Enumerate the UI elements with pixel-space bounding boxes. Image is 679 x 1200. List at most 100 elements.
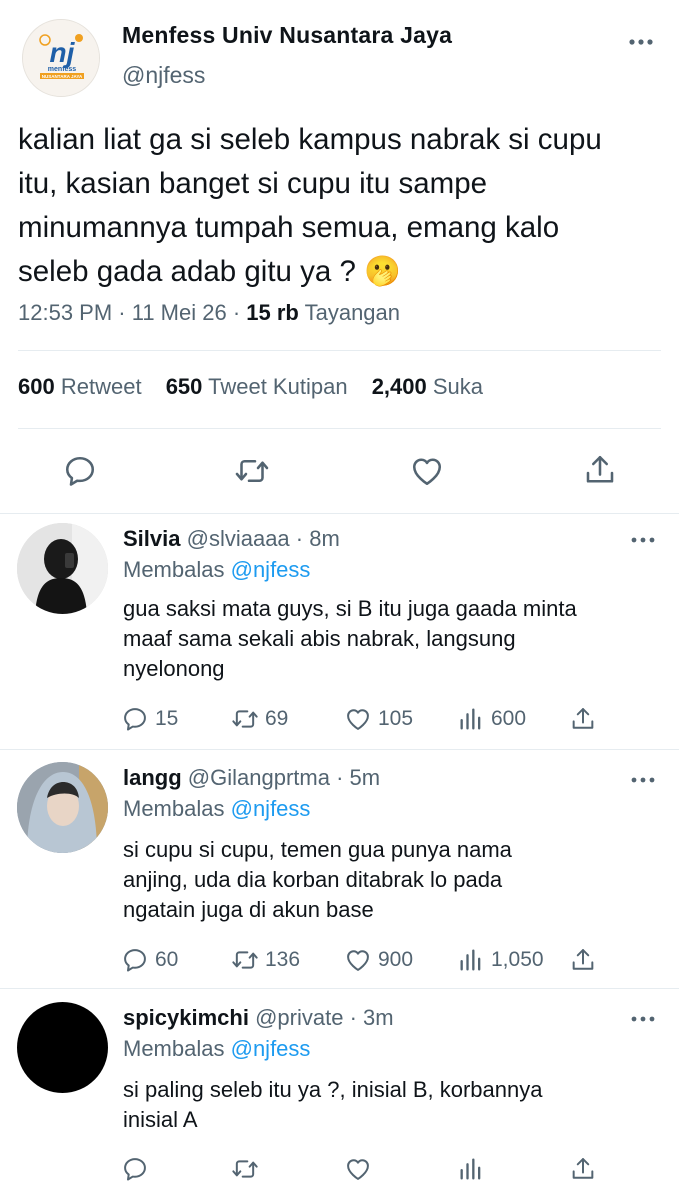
mention-link[interactable]: @njfess [231, 1036, 311, 1061]
meta-separator: · [343, 1005, 364, 1030]
logo-letters: nj [50, 37, 76, 68]
reply-text: si paling seleb itu ya ?, inisial B, kor… [123, 1075, 663, 1135]
reply-tweet[interactable]: langg @Gilangprtma · 5m Membalas @njfess… [0, 750, 679, 988]
like-action[interactable]: 900 [344, 945, 413, 975]
like-count: 900 [378, 948, 414, 971]
replying-to: Membalas @njfess [123, 796, 310, 822]
logo-banner: NUSANTARA JAYA [42, 74, 83, 79]
reply-tweet[interactable]: spicykimchi @private · 3m Membalas @njfe… [0, 989, 679, 1200]
reply-header: Silvia @slviaaaa · 8m [123, 526, 340, 552]
quotes-stat[interactable]: 650 Tweet Kutipan [166, 374, 348, 399]
likes-label: Suka [432, 374, 484, 399]
more-options-icon[interactable] [629, 1009, 657, 1029]
retweets-stat[interactable]: 600 Retweet [18, 374, 142, 399]
retweet-action[interactable]: 69 [231, 704, 288, 734]
reply-icon [124, 708, 146, 731]
views-icon[interactable] [457, 1155, 485, 1183]
reply-text-line: maaf sama sekali abis nabrak, langsung [123, 626, 516, 651]
retweets-count: 600 [18, 374, 55, 399]
quotes-label: Tweet Kutipan [208, 374, 348, 399]
menfess-logo: nj menfess NUSANTARA JAYA [23, 20, 99, 96]
reply-time[interactable]: 5m [350, 765, 381, 790]
like-icon[interactable] [409, 453, 445, 489]
more-options-icon[interactable] [629, 770, 657, 790]
retweet-icon[interactable] [231, 1155, 259, 1183]
reply-count: 15 [155, 707, 179, 730]
likes-stat[interactable]: 2,400 Suka [372, 374, 483, 399]
reply-icon[interactable] [62, 453, 98, 489]
author-name[interactable]: Menfess Univ Nusantara Jaya [122, 22, 452, 49]
reply-text-line: nyelonong [123, 656, 225, 681]
divider [18, 350, 661, 351]
avatar-photo [17, 523, 108, 614]
reply-time[interactable]: 8m [309, 526, 340, 551]
tweet-time[interactable]: 12:53 PM [18, 300, 112, 325]
more-options-icon[interactable] [629, 530, 657, 550]
share-icon[interactable] [569, 705, 597, 733]
like-icon[interactable] [344, 1155, 372, 1183]
reply-author-handle[interactable]: @Gilangprtma [188, 765, 330, 790]
tweet-meta: 12:53 PM · 11 Mei 26 · 15 rb Tayangan [18, 300, 400, 326]
reply-author-name[interactable]: spicykimchi [123, 1005, 249, 1030]
like-icon [347, 709, 369, 730]
tweet-actions [0, 451, 679, 491]
like-action[interactable]: 105 [344, 704, 413, 734]
reply-text-line: anjing, uda dia korban ditabrak lo pada [123, 867, 503, 892]
views-action[interactable]: 600 [457, 704, 526, 734]
avatar[interactable] [17, 1002, 108, 1093]
meta-separator: · [112, 300, 132, 325]
reply-time[interactable]: 3m [363, 1005, 394, 1030]
reply-action[interactable]: 15 [121, 704, 178, 734]
replying-to: Membalas @njfess [123, 557, 310, 583]
reply-action[interactable]: 60 [121, 945, 178, 975]
meta-separator: · [329, 765, 350, 790]
mention-link[interactable]: @njfess [231, 796, 311, 821]
reply-text-line: inisial A [123, 1107, 198, 1132]
avatar-photo [17, 762, 108, 853]
likes-count: 2,400 [371, 374, 427, 399]
views-icon [460, 949, 481, 971]
reply-icon[interactable] [121, 1155, 149, 1183]
retweet-icon[interactable] [234, 453, 270, 489]
reply-icon [124, 949, 146, 972]
tweet-date[interactable]: 11 Mei 26 [132, 300, 227, 325]
views-action[interactable]: 1,050 [457, 945, 544, 975]
retweet-action[interactable]: 136 [231, 945, 300, 975]
reply-tweet[interactable]: Silvia @slviaaaa · 8m Membalas @njfess g… [0, 514, 679, 749]
reply-text-line: gua saksi mata guys, si B itu juga gaada… [123, 596, 577, 621]
views-label: Tayangan [304, 300, 401, 325]
share-icon[interactable] [569, 1155, 597, 1183]
more-options-icon[interactable] [626, 30, 656, 54]
tweet-text-line: itu, kasian banget si cupu itu sampe [18, 167, 488, 200]
reply-text-line: ngatain juga di akun base [123, 897, 374, 922]
tweet-text-line: minumannya tumpah semua, emang kalo [18, 211, 560, 244]
replying-label: Membalas [123, 796, 225, 821]
retweet-count: 69 [265, 707, 289, 730]
main-tweet: nj menfess NUSANTARA JAYA Menfess Univ N… [0, 0, 679, 514]
avatar[interactable]: nj menfess NUSANTARA JAYA [22, 19, 100, 97]
share-icon[interactable] [569, 946, 597, 974]
reply-header: langg @Gilangprtma · 5m [123, 765, 380, 791]
reply-author-name[interactable]: Silvia [123, 526, 180, 551]
author-handle[interactable]: @njfess [122, 62, 205, 89]
tweet-text-line: kalian liat ga si seleb kampus nabrak si… [18, 123, 602, 156]
reply-count: 60 [155, 948, 179, 971]
meta-separator: · [226, 300, 247, 325]
reply-author-handle[interactable]: @slviaaaa [187, 526, 290, 551]
share-icon[interactable] [582, 452, 618, 488]
avatar[interactable] [17, 762, 108, 853]
meta-separator: · [289, 526, 310, 551]
reply-author-handle[interactable]: @private [255, 1005, 343, 1030]
reply-text: si cupu si cupu, temen gua punya nama an… [123, 835, 663, 925]
views-icon [460, 708, 481, 730]
reply-header: spicykimchi @private · 3m [123, 1005, 394, 1031]
tweet-text-line: seleb gada adab gitu ya ? 🫢 [18, 255, 401, 288]
mention-link[interactable]: @njfess [231, 557, 311, 582]
reply-author-name[interactable]: langg [123, 765, 182, 790]
tweet-text: kalian liat ga si seleb kampus nabrak si… [18, 118, 674, 294]
avatar[interactable] [17, 523, 108, 614]
views-count: 15 rb [246, 300, 299, 325]
replying-label: Membalas [123, 557, 225, 582]
divider [18, 428, 661, 429]
replying-label: Membalas [123, 1036, 225, 1061]
